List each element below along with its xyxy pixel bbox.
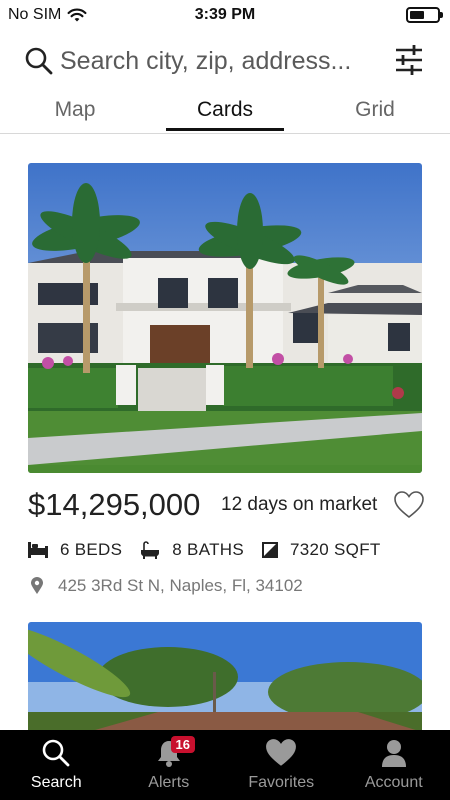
search-bar: [0, 36, 450, 86]
baths-spec: 8 BATHS: [140, 540, 244, 560]
square-footage-icon: [261, 542, 278, 558]
baths-label: 8 BATHS: [172, 540, 244, 559]
alerts-count-badge: 16: [170, 736, 195, 753]
nav-favorites-label: Favorites: [248, 774, 315, 791]
search-input[interactable]: [60, 42, 380, 80]
battery-icon: [406, 7, 443, 23]
favorite-heart-icon[interactable]: [394, 491, 424, 519]
person-icon: [381, 740, 406, 767]
nav-alerts-label: Alerts: [148, 774, 190, 791]
nav-account-label: Account: [364, 774, 423, 791]
nav-search-label: Search: [30, 774, 82, 791]
price-row: $14,295,000 12 days on market: [28, 485, 424, 525]
tab-grid[interactable]: Grid: [300, 88, 450, 133]
view-tabs: Map Cards Grid: [0, 88, 450, 134]
nav-account[interactable]: Account: [338, 730, 450, 800]
listing-feed[interactable]: $14,295,000 12 days on market 6 BEDS 8 B…: [0, 135, 450, 730]
status-time: 3:39 PM: [194, 6, 256, 23]
bottom-tab-bar: Search 16 Alerts Favorites Account: [0, 730, 450, 800]
sqft-spec: 7320 SQFT: [261, 540, 381, 560]
address-row: 425 3Rd St N, Naples, Fl, 34102: [28, 573, 422, 599]
specs-row: 6 BEDS 8 BATHS 7320 SQFT: [28, 537, 422, 563]
sqft-label: 7320 SQFT: [289, 540, 381, 559]
beds-spec: 6 BEDS: [28, 540, 122, 560]
listing-photo[interactable]: [28, 163, 422, 473]
map-pin-icon: [31, 577, 43, 594]
nav-alerts[interactable]: 16 Alerts: [113, 730, 226, 800]
days-on-market: 12 days on market: [221, 494, 378, 515]
bathtub-icon: [141, 541, 160, 559]
house-photo-image: [28, 622, 422, 730]
tab-cards[interactable]: Cards: [150, 88, 300, 133]
status-bar: No SIM 3:39 PM: [0, 0, 450, 30]
filter-sliders-icon[interactable]: [394, 44, 424, 76]
bed-icon: [28, 542, 48, 558]
beds-label: 6 BEDS: [60, 540, 123, 559]
listing-photo[interactable]: [28, 622, 422, 730]
heart-icon: [266, 739, 297, 766]
listing-card[interactable]: $14,295,000 12 days on market 6 BEDS 8 B…: [28, 163, 424, 595]
listing-card-next[interactable]: [28, 622, 422, 730]
nav-search[interactable]: Search: [0, 730, 113, 800]
house-photo-image: [28, 163, 422, 473]
nav-favorites[interactable]: Favorites: [225, 730, 338, 800]
search-icon: [42, 739, 70, 767]
battery-level: [410, 11, 424, 19]
listing-price: $14,295,000: [28, 487, 201, 522]
search-icon: [25, 47, 53, 75]
tab-map[interactable]: Map: [0, 88, 150, 133]
listing-address: 425 3Rd St N, Naples, Fl, 34102: [58, 576, 303, 595]
